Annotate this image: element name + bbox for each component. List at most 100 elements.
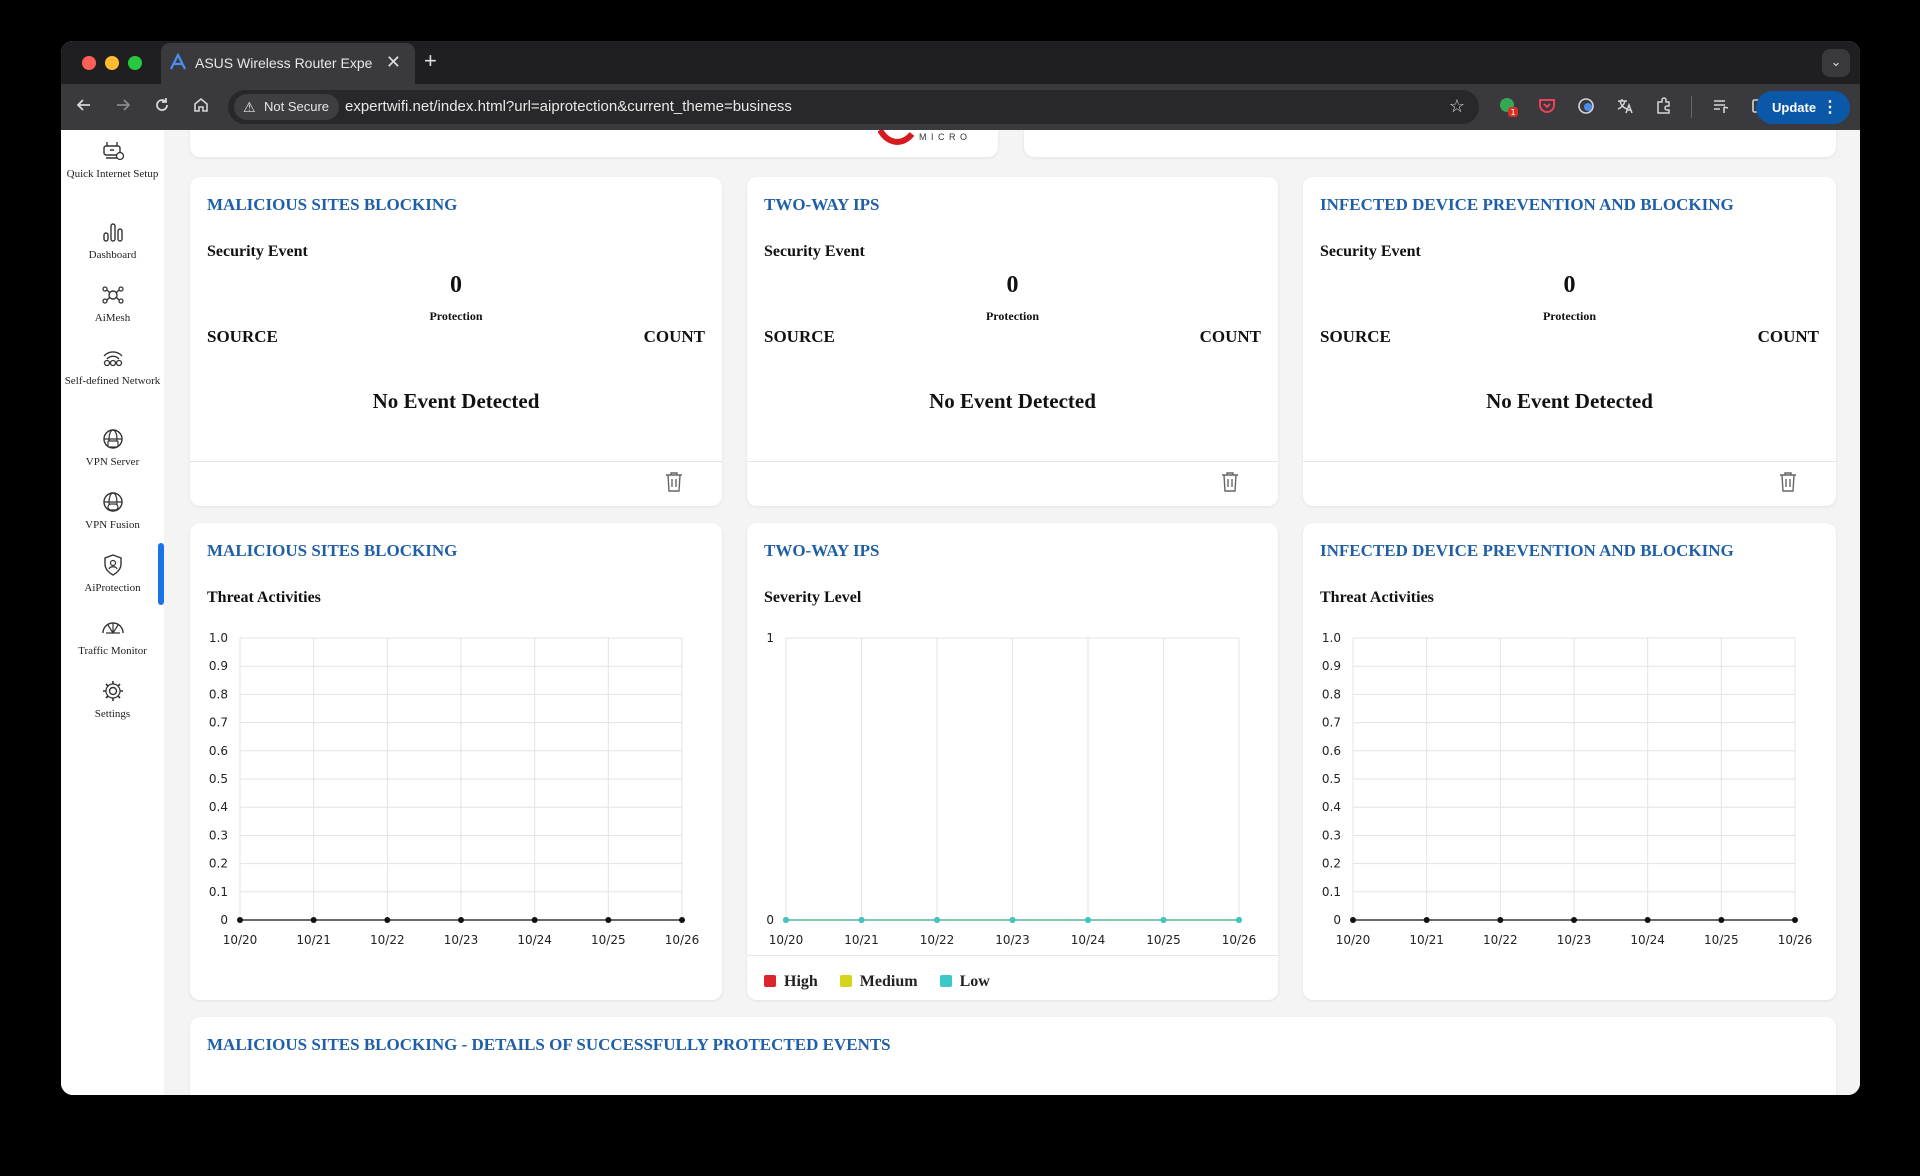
event-count: 0 xyxy=(1006,272,1019,298)
data-point xyxy=(1571,917,1577,923)
trend-micro-card: M I C R O xyxy=(190,130,998,157)
y-tick-label: 0.3 xyxy=(209,828,228,842)
y-tick-label: 0.5 xyxy=(209,772,228,786)
trash-icon[interactable] xyxy=(1778,471,1798,498)
data-point xyxy=(1236,917,1242,923)
source-column-header: SOURCE xyxy=(1320,327,1391,346)
browser-tab[interactable]: ASUS Wireless Router Exper ✕ xyxy=(161,43,415,84)
security-indicator[interactable]: ⚠ Not Secure xyxy=(234,94,340,120)
extension-icon[interactable]: 1 xyxy=(1498,96,1520,122)
bar-chart-icon xyxy=(61,221,164,243)
y-tick-label: 0.8 xyxy=(209,687,228,701)
card-title: TWO-WAY IPS xyxy=(764,195,880,214)
bookmark-star-icon[interactable]: ☆ xyxy=(1449,96,1465,117)
divider xyxy=(190,461,722,462)
y-tick-label: 0.1 xyxy=(209,885,228,899)
legend-label: Medium xyxy=(859,973,918,990)
new-tab-button[interactable]: + xyxy=(424,48,437,74)
sidebar-item-aimesh[interactable]: AiMesh xyxy=(61,284,164,327)
data-point xyxy=(1644,917,1651,923)
update-button[interactable]: Update ⋮ xyxy=(1756,91,1850,124)
sidebar-item-quick-internet-setup[interactable]: Quick Internet Setup xyxy=(61,140,164,183)
security-label: Not Secure xyxy=(264,99,330,114)
chart-legend: High Medium Low xyxy=(764,973,1008,991)
card-subtitle: Security Event xyxy=(207,243,308,260)
shield-icon xyxy=(61,554,164,576)
event-count-label: Protection xyxy=(1542,309,1597,323)
x-tick-label: 10/26 xyxy=(665,933,700,947)
extensions-puzzle-icon[interactable] xyxy=(1654,96,1674,120)
data-point xyxy=(1718,917,1725,923)
empty-state: No Event Detected xyxy=(1486,389,1653,413)
event-count: 0 xyxy=(450,272,462,298)
tab-search-button[interactable]: ⌄ xyxy=(1822,49,1850,77)
url-text[interactable]: expertwifi.net/index.html?url=aiprotecti… xyxy=(345,98,792,115)
y-tick-label: 0 xyxy=(766,913,774,927)
toolbar-divider xyxy=(1691,96,1692,118)
sidebar-item-aiprotection[interactable]: AiProtection xyxy=(61,554,164,597)
y-tick-label: 0.8 xyxy=(1322,687,1341,701)
trash-icon[interactable] xyxy=(664,471,684,498)
data-point xyxy=(237,917,243,923)
extension-badge: 1 xyxy=(1510,108,1515,117)
vpn-fusion-icon xyxy=(61,491,164,513)
data-point xyxy=(1009,917,1016,923)
vpn-extension-icon[interactable] xyxy=(1576,96,1596,120)
forward-icon[interactable] xyxy=(114,96,132,118)
tab-close-icon[interactable]: ✕ xyxy=(386,52,401,73)
sidebar-item-label: Quick Internet Setup xyxy=(66,168,159,180)
x-tick-label: 10/23 xyxy=(995,933,1030,947)
card-title: MALICIOUS SITES BLOCKING xyxy=(207,195,458,214)
card-subtitle: Severity Level xyxy=(764,589,862,606)
sidebar-item-vpn-server[interactable]: VPN Server xyxy=(61,428,164,471)
divider xyxy=(1303,461,1836,462)
legend-item-low[interactable]: Low xyxy=(939,973,990,990)
reload-icon[interactable] xyxy=(153,96,171,118)
data-point xyxy=(1792,917,1798,923)
threat-activities-chart: 0 0.1 0.2 0.3 0.4 0.5 0.6 0.7 0.8 0.9 1.0 10/20 10/2… xyxy=(209,631,700,947)
active-nav-indicator xyxy=(158,543,164,605)
home-icon[interactable] xyxy=(192,96,210,118)
pocket-icon[interactable] xyxy=(1537,96,1557,120)
address-bar[interactable]: ⚠ Not Secure expertwifi.net/index.html?u… xyxy=(228,90,1479,124)
x-tick-label: 10/26 xyxy=(1778,933,1813,947)
media-queue-icon[interactable] xyxy=(1711,96,1731,120)
zoom-window-button[interactable] xyxy=(128,56,142,70)
x-tick-label: 10/21 xyxy=(1409,933,1444,947)
sidebar-item-vpn-fusion[interactable]: VPN Fusion xyxy=(61,491,164,534)
sidebar-item-label: Traffic Monitor xyxy=(78,645,147,657)
translate-icon[interactable] xyxy=(1615,96,1635,120)
y-tick-label: 0.9 xyxy=(209,659,228,673)
event-card-infected-device: INFECTED DEVICE PREVENTION AND BLOCKING … xyxy=(1303,177,1836,506)
tab-title: ASUS Wireless Router Exper xyxy=(195,55,373,71)
x-tick-label: 10/26 xyxy=(1222,933,1257,947)
x-tick-label: 10/20 xyxy=(223,933,258,947)
legend-swatch xyxy=(764,975,776,987)
details-card: MALICIOUS SITES BLOCKING - DETAILS OF SU… xyxy=(190,1017,1836,1095)
legend-item-medium[interactable]: Medium xyxy=(839,973,918,990)
legend-swatch xyxy=(939,975,952,987)
y-tick-label: 0.6 xyxy=(1322,744,1341,758)
network-icon xyxy=(61,347,164,369)
sidebar-item-dashboard[interactable]: Dashboard xyxy=(61,221,164,264)
x-tick-label: 10/25 xyxy=(1146,933,1181,947)
count-column-header: COUNT xyxy=(643,327,705,346)
sidebar-item-traffic-monitor[interactable]: Traffic Monitor xyxy=(61,617,164,660)
y-tick-label: 0.3 xyxy=(1322,828,1341,842)
sidebar-item-self-defined-network[interactable]: Self-defined Network xyxy=(61,347,164,390)
minimize-window-button[interactable] xyxy=(105,56,119,70)
event-count: 0 xyxy=(1563,272,1576,298)
trash-icon[interactable] xyxy=(1220,471,1240,498)
threat-activities-chart: 0 0.1 0.2 0.3 0.4 0.5 0.6 0.7 0.8 0.9 1.0 10/20 10/2… xyxy=(1322,631,1813,947)
x-tick-label: 10/22 xyxy=(370,933,405,947)
sidebar-item-label: VPN Server xyxy=(85,456,140,468)
back-icon[interactable] xyxy=(75,96,93,118)
legend-item-high[interactable]: High xyxy=(764,973,818,990)
close-window-button[interactable] xyxy=(82,56,96,70)
page-content: Quick Internet Setup Dashboard AiMesh Se… xyxy=(61,130,1860,1095)
card-title: INFECTED DEVICE PREVENTION AND BLOCKING xyxy=(1320,541,1734,560)
sidebar: Quick Internet Setup Dashboard AiMesh Se… xyxy=(61,130,164,1095)
data-point xyxy=(1350,917,1356,923)
sidebar-item-settings[interactable]: Settings xyxy=(61,680,164,723)
more-menu-icon[interactable]: ⋮ xyxy=(1822,91,1838,124)
